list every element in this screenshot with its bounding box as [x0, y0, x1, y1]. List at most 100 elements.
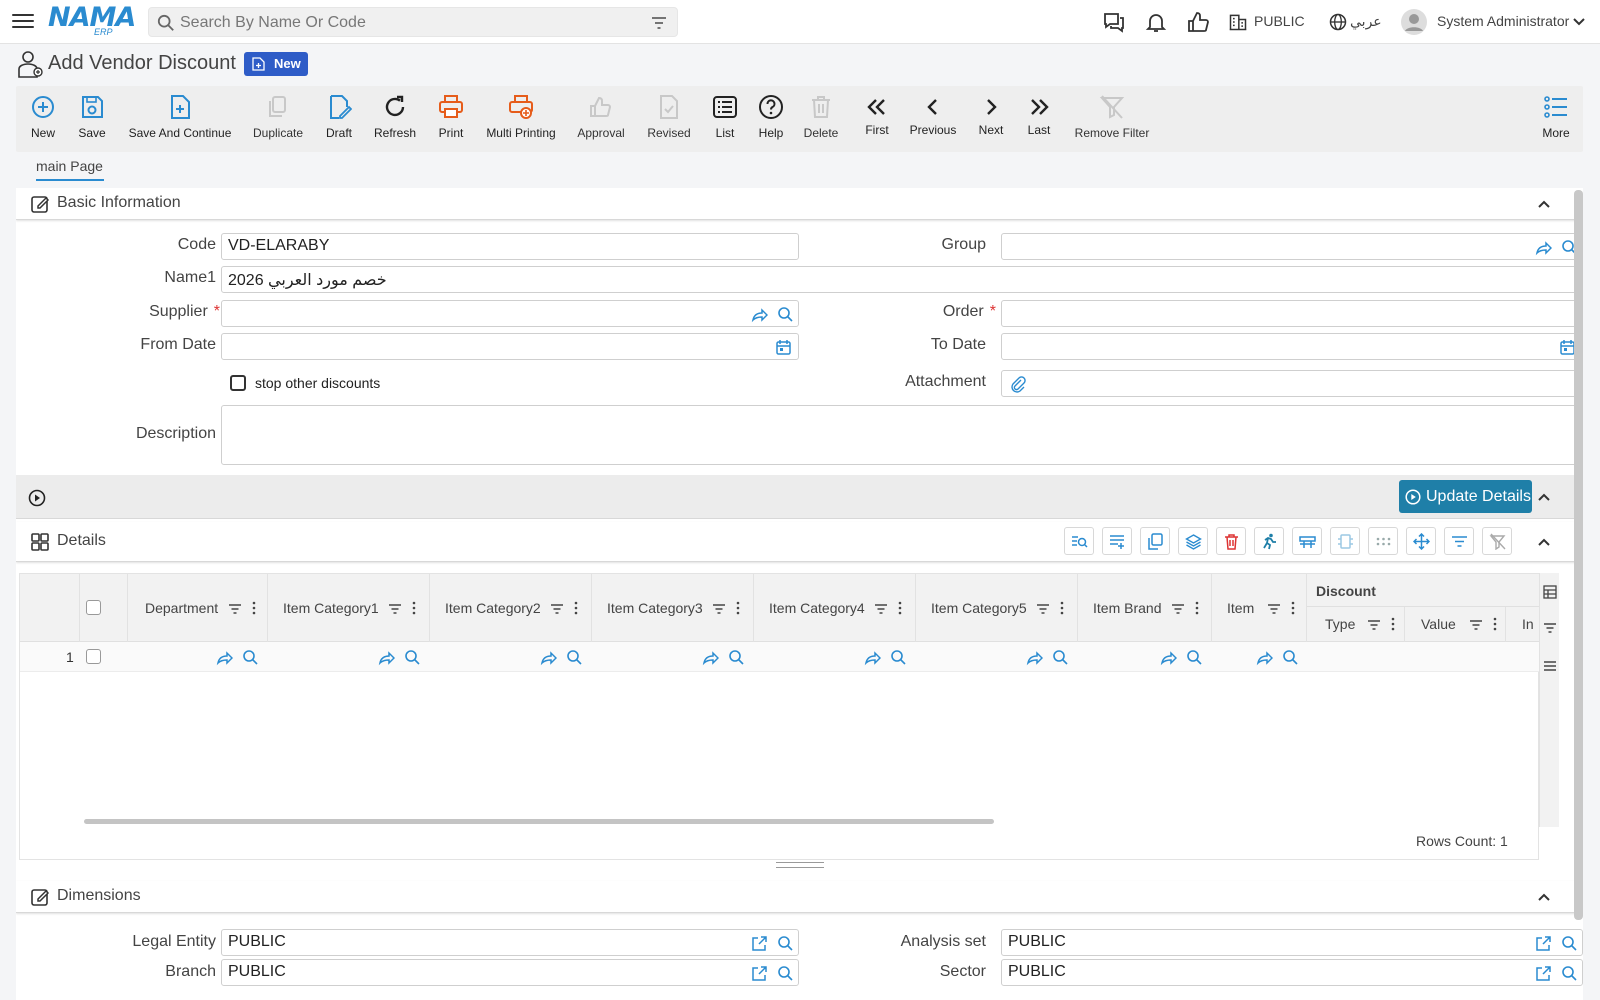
chevron-up-icon[interactable] — [1537, 197, 1551, 211]
filter-icon[interactable] — [1543, 621, 1557, 635]
attachment-field[interactable] — [1001, 370, 1583, 397]
group-field[interactable] — [1001, 233, 1583, 260]
column-header-department[interactable]: Department — [128, 574, 268, 642]
language-switch[interactable]: عربي — [1350, 13, 1382, 30]
kebab-menu-icon[interactable] — [1291, 601, 1295, 615]
calendar-icon[interactable] — [775, 339, 792, 356]
kebab-menu-icon[interactable] — [252, 601, 256, 615]
legal-entity-field[interactable]: PUBLIC — [221, 929, 799, 956]
delete-rows-button[interactable] — [1216, 527, 1246, 555]
search-plus-icon[interactable] — [1561, 965, 1578, 982]
search-plus-icon[interactable] — [1282, 649, 1299, 666]
resize-handle[interactable] — [776, 862, 824, 868]
grid-remove-filter-button[interactable] — [1482, 527, 1512, 555]
refresh-button[interactable]: Refresh — [372, 92, 418, 148]
branch-field[interactable]: PUBLIC — [221, 959, 799, 986]
table-row[interactable]: 1 — [20, 642, 1540, 672]
add-row-button[interactable] — [1102, 527, 1132, 555]
kebab-menu-icon[interactable] — [1391, 617, 1395, 631]
column-header-item-category1[interactable]: Item Category1 — [268, 574, 430, 642]
menu-icon[interactable] — [12, 11, 34, 33]
filter-icon[interactable] — [874, 602, 888, 616]
remove-filter-button[interactable]: Remove Filter — [1074, 92, 1150, 148]
code-field[interactable]: VD-ELARABY — [221, 233, 799, 260]
stop-other-discounts-checkbox[interactable] — [230, 375, 246, 391]
search-plus-icon[interactable] — [728, 649, 745, 666]
column-header-item-brand[interactable]: Item Brand — [1078, 574, 1212, 642]
kebab-menu-icon[interactable] — [736, 601, 740, 615]
layers-button[interactable] — [1178, 527, 1208, 555]
search-plus-icon[interactable] — [242, 649, 259, 666]
analysis-set-field[interactable]: PUBLIC — [1001, 929, 1583, 956]
more-button[interactable]: More — [1540, 92, 1572, 148]
user-name[interactable]: System Administrator — [1437, 13, 1569, 29]
filter-icon[interactable] — [550, 602, 564, 616]
from-date-field[interactable] — [221, 333, 799, 360]
kebab-menu-icon[interactable] — [574, 601, 578, 615]
row-checkbox[interactable] — [86, 649, 101, 664]
search-input[interactable]: Search By Name Or Code — [148, 7, 678, 37]
save-button[interactable]: Save — [74, 92, 110, 148]
filter-icon[interactable] — [1267, 602, 1281, 616]
copy-rows-button[interactable] — [1140, 527, 1170, 555]
filter-icon[interactable] — [1036, 602, 1050, 616]
basic-information-header[interactable]: Basic Information — [16, 188, 1583, 220]
more-options-button[interactable] — [1368, 527, 1398, 555]
first-button[interactable]: First — [862, 92, 892, 148]
play-circle-icon[interactable] — [28, 489, 46, 507]
search-plus-icon[interactable] — [777, 935, 794, 952]
list-button[interactable]: List — [710, 92, 740, 148]
details-header[interactable]: Details — [16, 522, 1583, 562]
move-button[interactable] — [1406, 527, 1436, 555]
app-logo[interactable]: NAMA ERP — [48, 4, 136, 38]
help-button[interactable]: Help — [756, 92, 786, 148]
filter-icon[interactable] — [1171, 602, 1185, 616]
search-plus-icon[interactable] — [404, 649, 421, 666]
update-details-button[interactable]: Update Details — [1399, 480, 1532, 513]
supplier-field[interactable] — [221, 300, 799, 327]
to-date-field[interactable] — [1001, 333, 1583, 360]
open-link-icon[interactable] — [702, 649, 719, 666]
column-toggle-button[interactable] — [1330, 527, 1360, 555]
search-plus-icon[interactable] — [777, 306, 794, 323]
search-plus-icon[interactable] — [1052, 649, 1069, 666]
column-header-item-category5[interactable]: Item Category5 — [916, 574, 1078, 642]
grid-search-button[interactable] — [1064, 527, 1094, 555]
open-link-icon[interactable] — [378, 649, 395, 666]
paperclip-icon[interactable] — [1010, 376, 1027, 393]
previous-button[interactable]: Previous — [908, 92, 958, 148]
draft-button[interactable]: Draft — [322, 92, 356, 148]
column-header-item-category4[interactable]: Item Category4 — [754, 574, 916, 642]
print-button[interactable]: Print — [436, 92, 466, 148]
delete-button[interactable]: Delete — [802, 92, 840, 148]
horizontal-scrollbar[interactable] — [84, 819, 994, 824]
kebab-menu-icon[interactable] — [1060, 601, 1064, 615]
open-link-icon[interactable] — [540, 649, 557, 666]
chevron-up-icon[interactable] — [1537, 890, 1551, 904]
external-link-icon[interactable] — [1535, 935, 1552, 952]
table-insert-button[interactable] — [1292, 527, 1322, 555]
open-link-icon[interactable] — [216, 649, 233, 666]
filter-icon[interactable] — [1469, 618, 1483, 632]
chevron-up-icon[interactable] — [1537, 490, 1551, 504]
bell-icon[interactable] — [1144, 10, 1168, 34]
menu-lines-icon[interactable] — [1543, 659, 1557, 673]
search-plus-icon[interactable] — [777, 965, 794, 982]
filter-icon[interactable] — [388, 602, 402, 616]
external-link-icon[interactable] — [1535, 965, 1552, 982]
external-link-icon[interactable] — [751, 965, 768, 982]
thumbs-up-icon[interactable] — [1186, 10, 1210, 34]
open-link-icon[interactable] — [1535, 239, 1552, 256]
column-header-item-category2[interactable]: Item Category2 — [430, 574, 592, 642]
vertical-scrollbar[interactable] — [1574, 190, 1583, 920]
column-header-discount-in[interactable]: In — [1506, 607, 1540, 642]
save-and-continue-button[interactable]: Save And Continue — [128, 92, 232, 148]
last-button[interactable]: Last — [1024, 92, 1054, 148]
search-plus-icon[interactable] — [1561, 935, 1578, 952]
column-header-item[interactable]: Item — [1212, 574, 1307, 642]
chat-icon[interactable] — [1102, 10, 1126, 34]
description-field[interactable] — [221, 405, 1583, 465]
open-link-icon[interactable] — [1160, 649, 1177, 666]
next-button[interactable]: Next — [976, 92, 1006, 148]
chevron-up-icon[interactable] — [1537, 535, 1551, 549]
